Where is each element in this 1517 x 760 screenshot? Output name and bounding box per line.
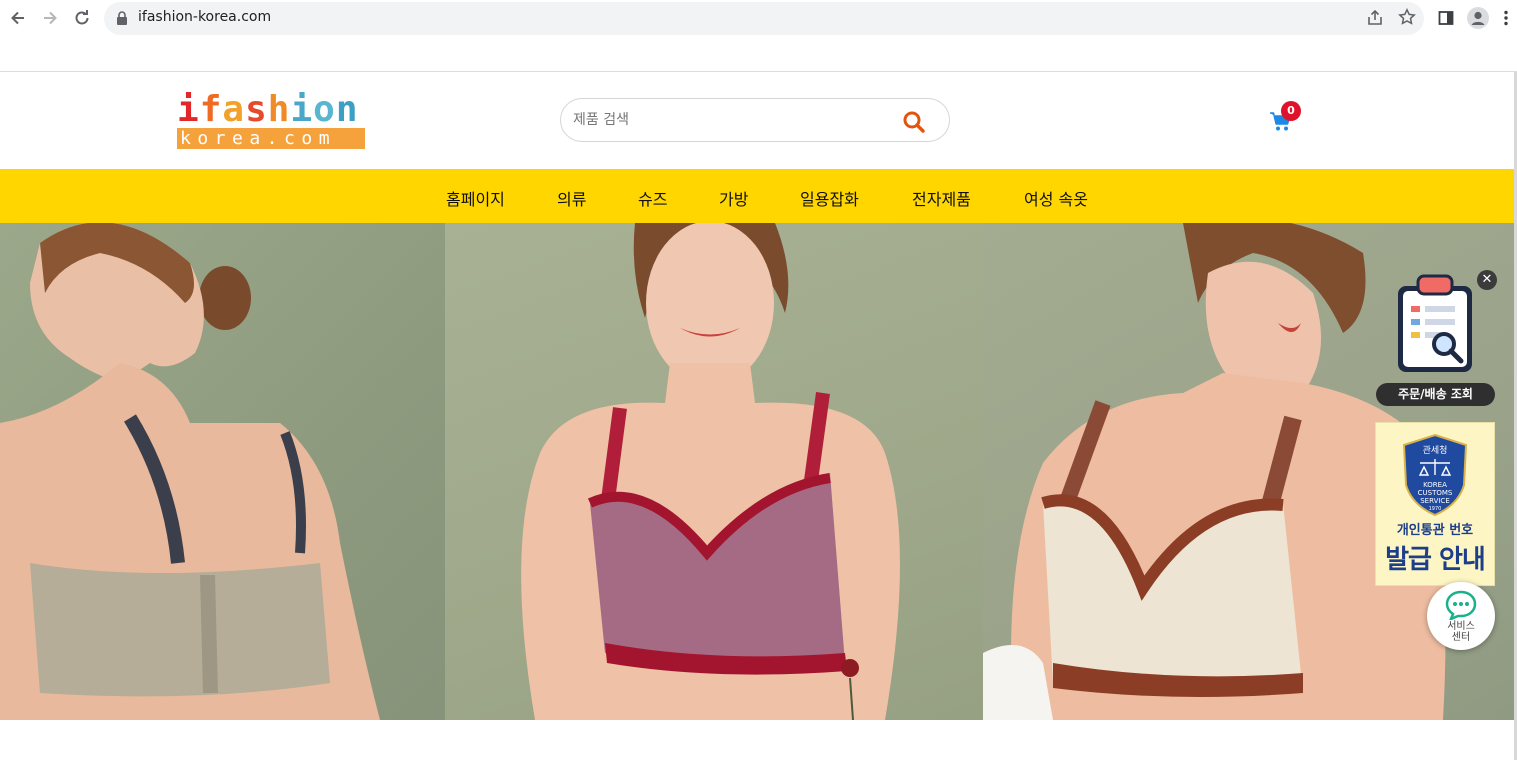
customs-guide-line2: 발급 안내 xyxy=(1385,545,1486,575)
hero-banner[interactable] xyxy=(0,223,1517,720)
main-navigation: 홈페이지 의류 슈즈 가방 일용잡화 전자제품 여성 속옷 xyxy=(0,169,1517,223)
profile-button[interactable] xyxy=(1466,6,1490,30)
reload-button[interactable] xyxy=(70,6,94,30)
close-icon: ✕ xyxy=(1481,272,1493,287)
banner-photo-back-view xyxy=(0,223,445,720)
share-icon[interactable] xyxy=(1366,9,1384,27)
side-panel-button[interactable] xyxy=(1434,6,1458,30)
order-lookup-button[interactable]: 주문/배송 조회 xyxy=(1376,383,1495,406)
customs-guide-line1: 개인통관 번호 xyxy=(1396,523,1474,538)
nav-item-shoes[interactable]: 슈즈 xyxy=(638,186,667,210)
nav-item-electronics[interactable]: 전자제품 xyxy=(912,186,971,210)
logo-domain: korea.com xyxy=(177,128,365,149)
nav-item-clothing[interactable]: 의류 xyxy=(557,186,586,210)
forward-arrow-icon xyxy=(44,11,57,25)
forward-button[interactable] xyxy=(38,6,62,30)
back-arrow-icon xyxy=(11,11,24,25)
side-panel-icon xyxy=(1438,11,1454,25)
banner-photo-front-mauve xyxy=(445,223,983,720)
browser-toolbar: ifashion-korea.com xyxy=(0,0,1517,36)
page-below-banner xyxy=(0,720,1517,760)
profile-avatar-icon xyxy=(1467,7,1489,29)
product-search xyxy=(560,98,950,142)
site-logo[interactable]: ifashion korea.com xyxy=(177,92,365,150)
address-bar[interactable]: ifashion-korea.com xyxy=(104,2,1424,35)
svg-text:SERVICE: SERVICE xyxy=(1420,497,1450,505)
back-button[interactable] xyxy=(6,6,30,30)
nav-item-bags[interactable]: 가방 xyxy=(719,186,748,210)
chat-bubble-icon xyxy=(1445,590,1477,620)
svg-text:KOREA: KOREA xyxy=(1423,481,1447,489)
logo-wordmark: ifashion xyxy=(177,89,359,130)
url-text: ifashion-korea.com xyxy=(138,9,272,25)
search-icon[interactable] xyxy=(901,109,927,135)
nav-item-lingerie[interactable]: 여성 속옷 xyxy=(1024,186,1088,210)
reload-icon xyxy=(75,10,89,25)
service-center-label-line2: 센터 xyxy=(1451,632,1471,643)
kebab-menu-icon xyxy=(1504,10,1508,26)
customs-id-guide-banner[interactable]: 관세청 KOREA CUSTOMS SERVICE 1970 개인통관 번호 발… xyxy=(1375,422,1495,586)
nav-item-home[interactable]: 홈페이지 xyxy=(446,186,505,210)
bookmarks-bar-area xyxy=(0,36,1517,72)
service-center-button[interactable]: 서비스 센터 xyxy=(1427,582,1495,650)
close-floating-widgets-button[interactable]: ✕ xyxy=(1477,270,1497,290)
lock-icon xyxy=(117,11,127,25)
site-header: ifashion korea.com 0 xyxy=(0,72,1517,169)
customs-shield-icon: 관세청 KOREA CUSTOMS SERVICE 1970 xyxy=(1402,433,1468,517)
shield-year-text: 1970 xyxy=(1429,506,1442,512)
order-lookup-clipboard-icon[interactable] xyxy=(1395,272,1475,376)
cart-count-badge: 0 xyxy=(1281,101,1301,121)
service-center-label-line1: 서비스 xyxy=(1447,621,1475,632)
nav-item-daily-goods[interactable]: 일용잡화 xyxy=(800,186,859,210)
search-input[interactable] xyxy=(573,109,893,131)
service-center-label: 서비스 센터 xyxy=(1427,621,1495,643)
shield-top-text: 관세청 xyxy=(1423,445,1448,456)
bookmark-star-icon[interactable] xyxy=(1398,8,1416,26)
browser-menu-button[interactable] xyxy=(1498,6,1514,30)
svg-text:CUSTOMS: CUSTOMS xyxy=(1418,489,1453,497)
